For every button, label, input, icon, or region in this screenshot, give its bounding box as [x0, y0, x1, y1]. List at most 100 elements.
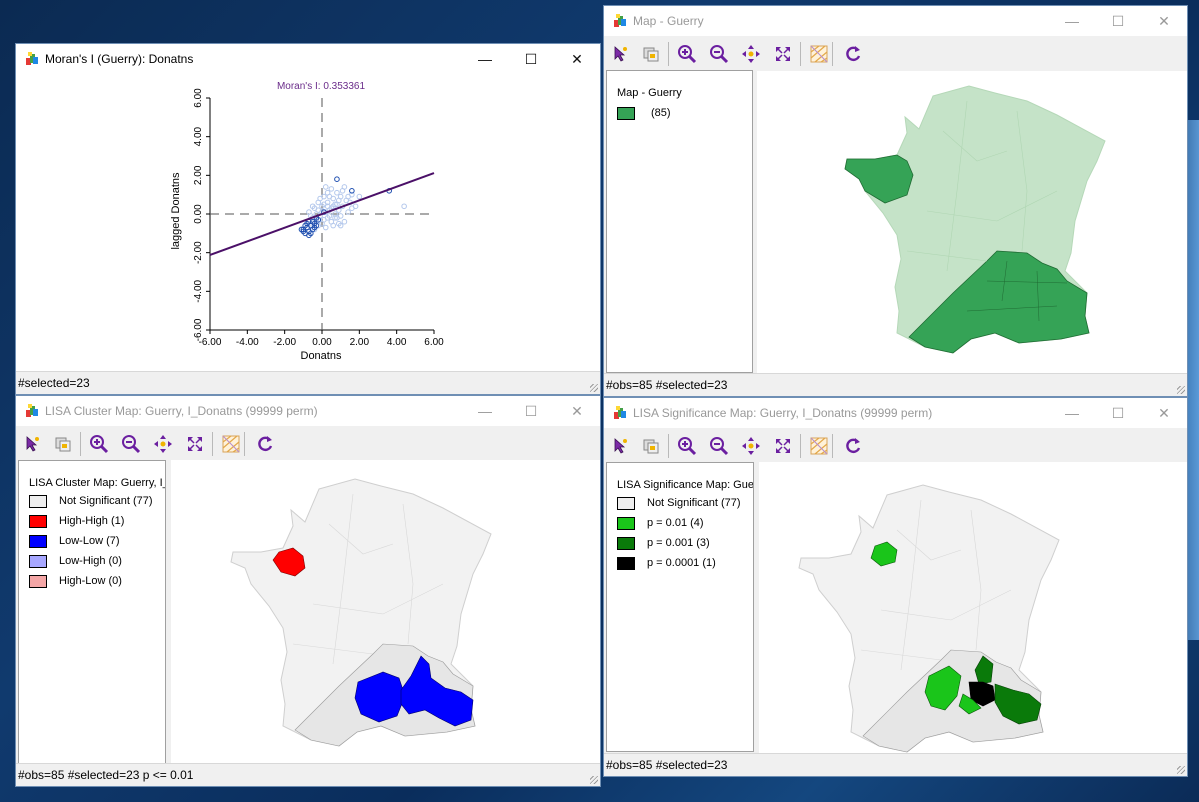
close-button[interactable]: ✕ — [1141, 6, 1187, 36]
copy-image-button[interactable] — [640, 43, 662, 65]
title-bar[interactable]: Moran's I (Guerry): Donatns — ☐ ✕ — [16, 44, 600, 74]
legend-swatch — [617, 557, 635, 570]
lisa-cluster-map-window[interactable]: LISA Cluster Map: Guerry, I_Donatns (999… — [15, 395, 601, 787]
morans-i-window[interactable]: Moran's I (Guerry): Donatns — ☐ ✕ Moran'… — [15, 43, 601, 395]
lisa-significance-map-window[interactable]: LISA Significance Map: Guerry, I_Donatns… — [603, 397, 1188, 777]
data-point[interactable] — [401, 203, 407, 210]
zoom-out-icon — [709, 44, 729, 64]
data-point[interactable] — [328, 218, 335, 225]
data-point[interactable] — [345, 193, 351, 200]
refresh-button[interactable] — [842, 435, 864, 457]
status-bar: #obs=85 #selected=23 — [604, 753, 1187, 776]
minimize-button[interactable]: — — [1049, 398, 1095, 428]
selected-point[interactable] — [334, 176, 340, 182]
y-tick-label: 2.00 — [193, 165, 204, 185]
select-button[interactable] — [610, 43, 632, 65]
full-extent-button[interactable] — [772, 435, 794, 457]
geoda-app-icon — [614, 406, 626, 419]
full-extent-button[interactable] — [772, 43, 794, 65]
data-point[interactable] — [328, 186, 335, 192]
minimize-button[interactable]: — — [462, 44, 508, 74]
maximize-button[interactable]: ☐ — [508, 396, 554, 426]
x-tick-label: -2.00 — [273, 337, 296, 348]
pan-button[interactable] — [740, 435, 762, 457]
close-button[interactable]: ✕ — [554, 396, 600, 426]
zoom-in-button[interactable] — [88, 433, 110, 455]
title-bar[interactable]: LISA Significance Map: Guerry, I_Donatns… — [604, 398, 1187, 428]
data-point[interactable] — [341, 184, 348, 190]
data-point[interactable] — [326, 193, 333, 200]
toolbar-separator — [832, 42, 833, 66]
morans-i-scatter-plot[interactable]: Moran's I: 0.353361 Donatns lagged Donat… — [16, 74, 600, 372]
cluster-map-canvas[interactable] — [171, 460, 600, 764]
zoom-out-button[interactable] — [708, 43, 730, 65]
resize-grip[interactable] — [590, 776, 598, 784]
maximize-button[interactable]: ☐ — [1095, 398, 1141, 428]
cluster-legend[interactable]: LISA Cluster Map: Guerry, I_ Not Signifi… — [18, 460, 166, 764]
copy-image-icon — [642, 45, 660, 63]
map-layer-button[interactable] — [808, 43, 830, 65]
pan-button[interactable] — [740, 43, 762, 65]
x-tick-label: 6.00 — [424, 337, 444, 348]
data-point[interactable] — [322, 184, 329, 190]
geoda-app-icon — [26, 52, 38, 65]
refresh-button[interactable] — [254, 433, 276, 455]
france-significance-map[interactable] — [759, 462, 1187, 754]
data-point[interactable] — [322, 224, 329, 231]
minimize-button[interactable]: — — [462, 396, 508, 426]
map-guerry-window[interactable]: Map - Guerry — ☐ ✕ Map - Guerry (85) #ob… — [603, 5, 1188, 397]
significance-map-canvas[interactable] — [759, 462, 1187, 754]
legend-swatch — [617, 537, 635, 550]
legend-label: p = 0.01 (4) — [647, 517, 704, 529]
data-point[interactable] — [341, 218, 348, 225]
map-layer-button[interactable] — [808, 435, 830, 457]
select-button[interactable] — [610, 435, 632, 457]
minimize-button[interactable]: — — [1049, 6, 1095, 36]
pan-icon — [153, 434, 173, 454]
legend-swatch — [29, 515, 47, 528]
resize-grip[interactable] — [590, 384, 598, 392]
window-title: LISA Significance Map: Guerry, I_Donatns… — [633, 406, 933, 420]
data-point[interactable] — [317, 195, 323, 202]
maximize-button[interactable]: ☐ — [1095, 6, 1141, 36]
significance-legend[interactable]: LISA Significance Map: Gue Not Significa… — [606, 462, 754, 752]
map-canvas[interactable] — [757, 71, 1187, 374]
full-extent-button[interactable] — [184, 433, 206, 455]
legend-label: p = 0.0001 (1) — [647, 557, 716, 569]
pan-button[interactable] — [152, 433, 174, 455]
status-text: #selected=23 — [18, 376, 90, 390]
full-extent-icon — [774, 45, 792, 63]
copy-image-button[interactable] — [640, 435, 662, 457]
france-cluster-map[interactable] — [171, 460, 600, 764]
zoom-in-button[interactable] — [676, 435, 698, 457]
refresh-button[interactable] — [842, 43, 864, 65]
legend-swatch — [29, 555, 47, 568]
data-point[interactable] — [349, 205, 355, 211]
zoom-out-button[interactable] — [708, 435, 730, 457]
legend-label: High-High (1) — [59, 515, 125, 527]
x-tick-label: 0.00 — [312, 337, 332, 348]
map-layer-button[interactable] — [220, 433, 242, 455]
zoom-in-button[interactable] — [676, 43, 698, 65]
toolbar-separator — [668, 42, 669, 66]
data-point[interactable] — [334, 189, 340, 196]
toolbar-separator — [80, 432, 81, 456]
select-button[interactable] — [22, 433, 44, 455]
copy-image-icon — [54, 435, 72, 453]
data-point[interactable] — [336, 197, 342, 204]
toolbar-separator — [668, 434, 669, 458]
maximize-button[interactable]: ☐ — [508, 44, 554, 74]
scatter-canvas[interactable]: Moran's I: 0.353361 Donatns lagged Donat… — [16, 74, 600, 372]
pan-icon — [741, 44, 761, 64]
france-map[interactable] — [757, 71, 1187, 374]
title-bar[interactable]: LISA Cluster Map: Guerry, I_Donatns (999… — [16, 396, 600, 426]
copy-image-button[interactable] — [52, 433, 74, 455]
resize-grip[interactable] — [1177, 386, 1185, 394]
title-bar[interactable]: Map - Guerry — ☐ ✕ — [604, 6, 1187, 36]
close-button[interactable]: ✕ — [554, 44, 600, 74]
zoom-out-button[interactable] — [120, 433, 142, 455]
map-legend[interactable]: Map - Guerry (85) — [606, 70, 753, 373]
resize-grip[interactable] — [1177, 766, 1185, 774]
data-point[interactable] — [356, 193, 363, 200]
close-button[interactable]: ✕ — [1141, 398, 1187, 428]
